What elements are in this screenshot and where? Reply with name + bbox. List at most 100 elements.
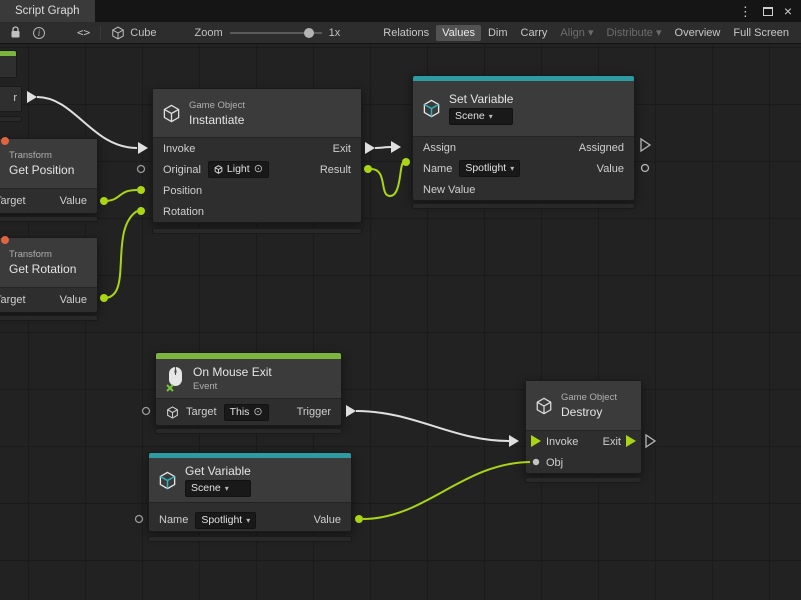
port-destroy-exit-outer[interactable] xyxy=(646,435,655,447)
wire-exit-to-assign[interactable] xyxy=(375,147,391,148)
node-destroy[interactable]: Game Object Destroy Invoke Exit Obj xyxy=(525,380,642,474)
zoom-slider[interactable] xyxy=(230,27,322,39)
node-footer xyxy=(152,228,362,234)
port-label-exit: Exit xyxy=(333,143,351,155)
toolbar-button-carry[interactable]: Carry xyxy=(515,25,554,41)
zoom-slider-knob[interactable] xyxy=(304,28,314,38)
node-footer xyxy=(525,477,642,483)
variable-name-value: Spotlight xyxy=(465,162,506,175)
node-get-variable[interactable]: Get Variable Scene ▾ Name Spotlight ▾ Va… xyxy=(148,452,352,532)
wire-getvariable-to-obj[interactable] xyxy=(363,462,530,519)
node-category: Transform xyxy=(9,150,74,161)
node-get-rotation[interactable]: Transform Get Rotation Target Value xyxy=(0,237,98,313)
object-picker-icon[interactable]: ⊙ xyxy=(254,164,263,175)
port-label-invoke: Invoke xyxy=(163,143,195,155)
maximize-icon[interactable] xyxy=(763,7,773,16)
toolbar-buttons: RelationsValuesDimCarryAlign ▾Distribute… xyxy=(377,24,797,41)
port-label-rotation: Rotation xyxy=(163,206,204,218)
variable-name-dropdown[interactable]: Spotlight ▾ xyxy=(195,512,256,529)
code-view-icon[interactable]: <> xyxy=(77,26,90,39)
port-onmouseexit-target[interactable] xyxy=(143,408,150,415)
port-instantiate-result[interactable] xyxy=(364,165,372,173)
port-getrotation-value[interactable] xyxy=(100,294,108,302)
tab-bar: Script Graph ⋮ × xyxy=(0,0,801,22)
port-instantiate-original[interactable] xyxy=(138,166,145,173)
gameobject-cube-icon xyxy=(162,104,181,123)
toolbar-button-align[interactable]: Align ▾ xyxy=(554,24,599,41)
port-label-value: Value xyxy=(60,195,87,207)
port-fragment-output[interactable] xyxy=(27,91,37,103)
wire-arrowhead-destroy-invoke[interactable] xyxy=(509,435,519,447)
node-footer xyxy=(148,536,352,542)
lock-icon[interactable] xyxy=(4,26,27,39)
gameobject-cube-icon xyxy=(166,406,179,419)
variable-kind-dropdown[interactable]: Scene ▾ xyxy=(185,480,251,497)
wire-trigger-to-destroy[interactable] xyxy=(356,411,509,441)
object-field-value: This xyxy=(230,406,250,419)
wire-getposition-to-position[interactable] xyxy=(104,190,137,201)
variable-name-dropdown[interactable]: Spotlight ▾ xyxy=(459,160,520,177)
wire-getrotation-to-rotation[interactable] xyxy=(104,211,137,298)
graph-target-object[interactable]: Cube xyxy=(111,26,156,40)
port-setvariable-assigned[interactable] xyxy=(641,139,650,151)
graph-toolbar: i <> Cube Zoom 1x RelationsValuesDimCarr… xyxy=(0,22,801,44)
port-label-result: Result xyxy=(320,164,351,176)
port-instantiate-rotation[interactable] xyxy=(137,207,145,215)
toolbar-button-relations[interactable]: Relations xyxy=(377,25,435,41)
port-label-assigned: Assigned xyxy=(579,142,624,154)
port-instantiate-invoke[interactable] xyxy=(138,142,148,154)
port-getposition-value[interactable] xyxy=(100,197,108,205)
node-category: Game Object xyxy=(189,100,245,111)
port-label-target: Target xyxy=(186,406,217,418)
node-set-variable[interactable]: Set Variable Scene ▾ Assign Assigned Nam… xyxy=(412,75,635,201)
node-instantiate[interactable]: Game Object Instantiate Invoke Exit Orig… xyxy=(152,88,362,223)
node-footer xyxy=(0,315,98,321)
toolbar-button-values[interactable]: Values xyxy=(436,25,481,41)
node-on-mouse-exit[interactable]: On Mouse Exit Event Target This ⊙ Trigge… xyxy=(155,352,342,426)
object-field-this[interactable]: This ⊙ xyxy=(224,404,269,421)
port-setvariable-assign[interactable] xyxy=(391,141,401,153)
port-label-value: Value xyxy=(314,514,341,526)
port-instantiate-position[interactable] xyxy=(137,186,145,194)
mouse-icon xyxy=(165,366,185,392)
port-label-new-value: New Value xyxy=(423,184,475,196)
info-icon[interactable]: i xyxy=(27,27,51,39)
node-get-position[interactable]: Transform Get Position Target Value xyxy=(0,138,98,214)
port-label-value: Value xyxy=(597,163,624,175)
port-label-exit: Exit xyxy=(603,436,621,448)
port-onmouseexit-trigger[interactable] xyxy=(346,405,356,417)
node-footer xyxy=(0,116,22,122)
toolbar-button-distribute[interactable]: Distribute ▾ xyxy=(600,24,667,41)
menu-kebab-icon[interactable]: ⋮ xyxy=(739,5,752,18)
port-getvariable-value[interactable] xyxy=(355,515,363,523)
node-title: Get Position xyxy=(9,163,74,177)
port-getvariable-name[interactable] xyxy=(136,516,143,523)
object-picker-icon[interactable]: ⊙ xyxy=(253,407,262,418)
port-setvariable-input[interactable] xyxy=(402,158,410,166)
wire-result-to-setvariable[interactable] xyxy=(371,162,404,196)
window-controls: ⋮ × xyxy=(739,0,801,22)
chevron-down-icon: ▾ xyxy=(246,514,250,527)
node-fragment-top[interactable] xyxy=(0,50,17,78)
chevron-down-icon: ▾ xyxy=(225,482,229,495)
port-label-position: Position xyxy=(163,185,202,197)
object-cube-icon xyxy=(214,165,223,174)
node-subtitle: Event xyxy=(193,381,272,392)
node-fragment-body[interactable]: r xyxy=(0,86,22,112)
toolbar-button-full-screen[interactable]: Full Screen xyxy=(727,25,795,41)
graph-canvas[interactable]: r Transform Get Position Target Value Tr… xyxy=(0,44,801,600)
port-setvariable-value[interactable] xyxy=(642,165,649,172)
object-name-label: Cube xyxy=(130,27,156,39)
toolbar-button-dim[interactable]: Dim xyxy=(482,25,514,41)
toolbar-separator xyxy=(100,26,101,40)
close-icon[interactable]: × xyxy=(784,4,792,18)
node-title: Instantiate xyxy=(189,113,245,127)
event-stripe xyxy=(0,51,16,56)
port-label-original: Original xyxy=(163,164,201,176)
toolbar-button-overview[interactable]: Overview xyxy=(669,25,727,41)
port-instantiate-exit[interactable] xyxy=(365,142,375,154)
variable-kind-dropdown[interactable]: Scene ▾ xyxy=(449,108,513,125)
tab-script-graph[interactable]: Script Graph xyxy=(0,0,95,22)
zoom-label: Zoom xyxy=(195,27,223,39)
object-field-light[interactable]: Light ⊙ xyxy=(208,161,269,178)
